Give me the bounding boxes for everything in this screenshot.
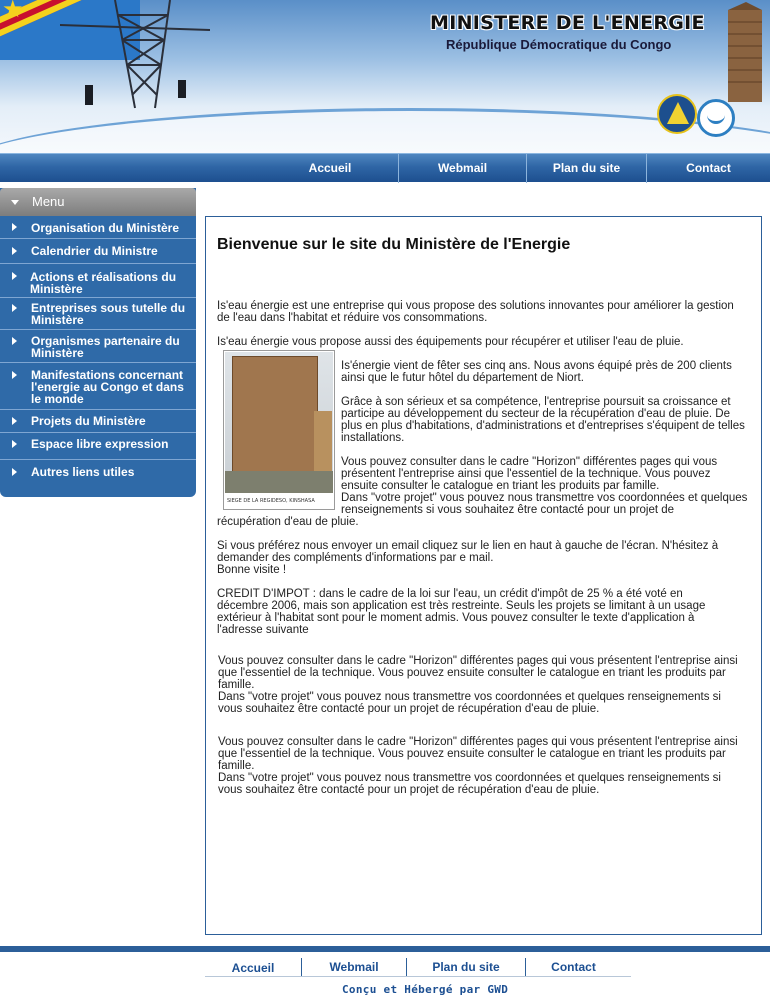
menu-item-manifestations[interactable]: Manifestations concernant l'energie au C… — [0, 363, 196, 410]
menu-item-organisation[interactable]: Organisation du Ministère — [0, 216, 196, 239]
menu-header[interactable]: Menu — [0, 188, 196, 216]
arrow-right-icon — [12, 440, 17, 448]
photo-caption: SIEGE DE LA REGIDESO, KINSHASA — [227, 498, 315, 504]
menu-item-calendrier[interactable]: Calendrier du Ministre — [0, 239, 196, 264]
arrow-right-icon — [12, 272, 17, 280]
footer-credit: Conçu et Hébergé par GWD — [342, 983, 509, 996]
arrow-right-icon — [12, 468, 17, 476]
site-subtitle: République Démocratique du Congo — [446, 37, 672, 52]
site-title: MINISTERE DE L'ENERGIE — [430, 12, 705, 34]
regideso-logo-image — [697, 99, 735, 137]
growth-paragraph: Grâce à son sérieux et sa compétence, l'… — [341, 396, 745, 444]
projet-paragraph-2: Dans "votre projet" vous pouvez nous tra… — [218, 691, 721, 715]
footer-link-accueil[interactable]: Accueil — [205, 958, 301, 976]
anniversary-paragraph: Is'énergie vient de fêter ses cinq ans. … — [341, 360, 732, 384]
tax-credit-paragraph: CREDIT D'IMPOT : dans le cadre de la loi… — [217, 588, 706, 636]
menu-item-autres-liens[interactable]: Autres liens utiles — [0, 460, 196, 484]
caret-down-icon — [11, 200, 19, 205]
power-pylon-image — [60, 0, 210, 109]
star-icon: ★ — [2, 0, 24, 23]
projet-paragraph-3: Dans "votre projet" vous pouvez nous tra… — [218, 772, 721, 796]
arrow-right-icon — [12, 304, 17, 312]
arrow-right-icon — [12, 223, 17, 231]
intro-paragraph: Is'eau énergie est une entreprise qui vo… — [217, 300, 734, 324]
nav-plan-du-site[interactable]: Plan du site — [526, 154, 646, 183]
horizon-paragraph-3: Vous pouvez consulter dans le cadre "Hor… — [218, 736, 738, 772]
ministry-building-image — [728, 2, 762, 102]
arrow-right-icon — [12, 247, 17, 255]
building-photo: SIEGE DE LA REGIDESO, KINSHASA — [223, 350, 335, 510]
equipment-paragraph: Is'eau énergie vous propose aussi des éq… — [217, 336, 684, 348]
greeting-text: Bonne visite ! — [217, 564, 287, 576]
arrow-right-icon — [12, 337, 17, 345]
footer-bar — [0, 946, 770, 952]
menu-item-projets[interactable]: Projets du Ministère — [0, 410, 196, 433]
nav-contact[interactable]: Contact — [646, 154, 770, 183]
email-paragraph: Si vous préférez nous envoyer un email c… — [217, 540, 719, 564]
side-menu: Menu Organisation du Ministère Calendrie… — [0, 188, 196, 497]
nav-accueil[interactable]: Accueil — [262, 154, 398, 183]
horizon-paragraph: Vous pouvez consulter dans le cadre "Hor… — [341, 456, 718, 492]
footer-link-contact[interactable]: Contact — [525, 958, 621, 976]
main-content: Bienvenue sur le site du Ministère de l'… — [205, 216, 762, 935]
site-header: ★ MINISTERE DE L'ENERGIE République Démo… — [0, 0, 770, 153]
footer-link-webmail[interactable]: Webmail — [301, 958, 406, 976]
projet-paragraph: Dans "votre projet" vous pouvez nous tra… — [341, 492, 748, 516]
snel-logo-image — [657, 94, 697, 134]
menu-item-organismes[interactable]: Organismes partenaire du Ministère — [0, 330, 196, 363]
page-title: Bienvenue sur le site du Ministère de l'… — [217, 236, 571, 253]
arrow-right-icon — [12, 371, 17, 379]
nav-webmail[interactable]: Webmail — [398, 154, 526, 183]
footer-navigation: Accueil Webmail Plan du site Contact — [205, 958, 631, 977]
menu-item-entreprises[interactable]: Entreprises sous tutelle du Ministère — [0, 298, 196, 330]
top-navigation: Accueil Webmail Plan du site Contact — [0, 153, 770, 183]
menu-item-actions[interactable]: Actions et réalisations du Ministère — [0, 264, 196, 298]
arrow-right-icon — [12, 417, 17, 425]
footer-link-plan-du-site[interactable]: Plan du site — [406, 958, 525, 976]
projet-paragraph-end: récupération d'eau de pluie. — [217, 516, 359, 528]
horizon-paragraph-2: Vous pouvez consulter dans le cadre "Hor… — [218, 655, 738, 691]
menu-item-espace-libre[interactable]: Espace libre expression — [0, 433, 196, 460]
